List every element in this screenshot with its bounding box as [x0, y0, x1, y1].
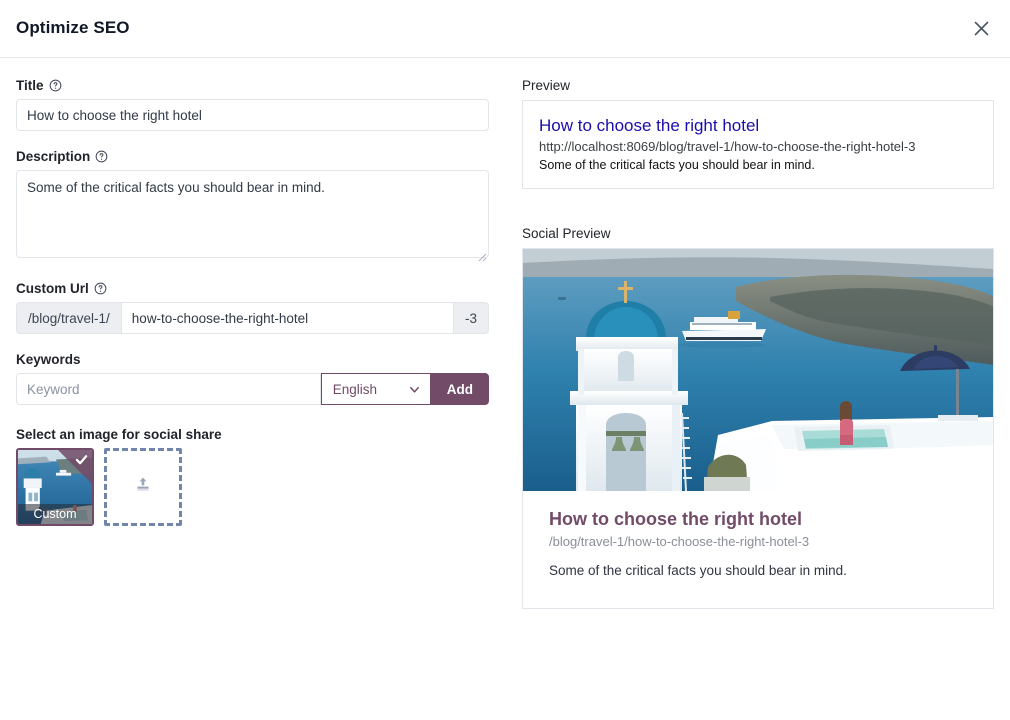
social-image-thumbnail-custom[interactable]: Custom [16, 448, 94, 526]
custom-url-suffix: -3 [453, 302, 489, 334]
help-circle-icon[interactable] [95, 150, 108, 163]
custom-url-label: Custom Url [16, 281, 489, 296]
preview-description: Some of the critical facts you should be… [539, 158, 815, 173]
social-image-label: Select an image for social share [16, 427, 222, 442]
keyword-input[interactable] [16, 373, 321, 405]
social-preview-group: Social Preview How to choose the right h… [522, 226, 994, 610]
upload-image-button[interactable] [104, 448, 182, 526]
keywords-input-group: English Add [16, 373, 489, 405]
keyword-language-value: English [332, 381, 378, 397]
social-preview-title: How to choose the right hotel [549, 509, 802, 530]
help-circle-icon[interactable] [49, 79, 62, 92]
custom-url-field-group: Custom Url /blog/travel-1/ -3 [16, 281, 489, 334]
title-input[interactable] [16, 99, 489, 131]
dialog-header: Optimize SEO [0, 0, 1010, 58]
description-label: Description [16, 149, 489, 164]
social-image-picker-group: Select an image for social share Custom [16, 427, 489, 526]
search-preview-card: How to choose the right hotel http://loc… [522, 100, 994, 190]
social-image-options: Custom [16, 448, 489, 526]
title-field-group: Title [16, 78, 489, 131]
keywords-field-group: Keywords English Add [16, 352, 489, 405]
social-preview-description: Some of the critical facts you should be… [549, 563, 847, 579]
preview-column: Preview How to choose the right hotel ht… [522, 58, 994, 610]
close-button[interactable] [964, 11, 998, 45]
keywords-label: Keywords [16, 352, 81, 367]
description-textarea[interactable] [16, 170, 489, 258]
search-preview-group: Preview How to choose the right hotel ht… [522, 78, 994, 190]
preview-label: Preview [522, 78, 571, 93]
social-preview-card: How to choose the right hotel /blog/trav… [522, 248, 994, 610]
social-preview-url: /blog/travel-1/how-to-choose-the-right-h… [549, 534, 810, 550]
description-field-group: Description [16, 149, 489, 263]
custom-url-input-group: /blog/travel-1/ -3 [16, 302, 489, 334]
custom-url-input[interactable] [120, 302, 454, 334]
thumbnail-caption: Custom [18, 504, 92, 524]
seo-form-column: Title Description [16, 58, 489, 526]
social-preview-image [523, 249, 993, 492]
preview-title-link[interactable]: How to choose the right hotel [539, 115, 977, 136]
title-label: Title [16, 78, 489, 93]
add-keyword-button[interactable]: Add [430, 373, 489, 405]
preview-url: http://localhost:8069/blog/travel-1/how-… [539, 139, 916, 155]
custom-url-prefix: /blog/travel-1/ [16, 302, 121, 334]
social-preview-label: Social Preview [522, 226, 611, 242]
check-icon [75, 453, 88, 466]
close-icon [972, 19, 991, 38]
page-title: Optimize SEO [16, 18, 130, 37]
chevron-down-icon [408, 383, 421, 396]
upload-icon [133, 475, 153, 500]
keyword-language-select[interactable]: English [320, 373, 431, 405]
help-circle-icon[interactable] [94, 282, 107, 295]
social-preview-text: How to choose the right hotel /blog/trav… [523, 491, 993, 608]
dialog-body: Title Description [0, 58, 1010, 720]
